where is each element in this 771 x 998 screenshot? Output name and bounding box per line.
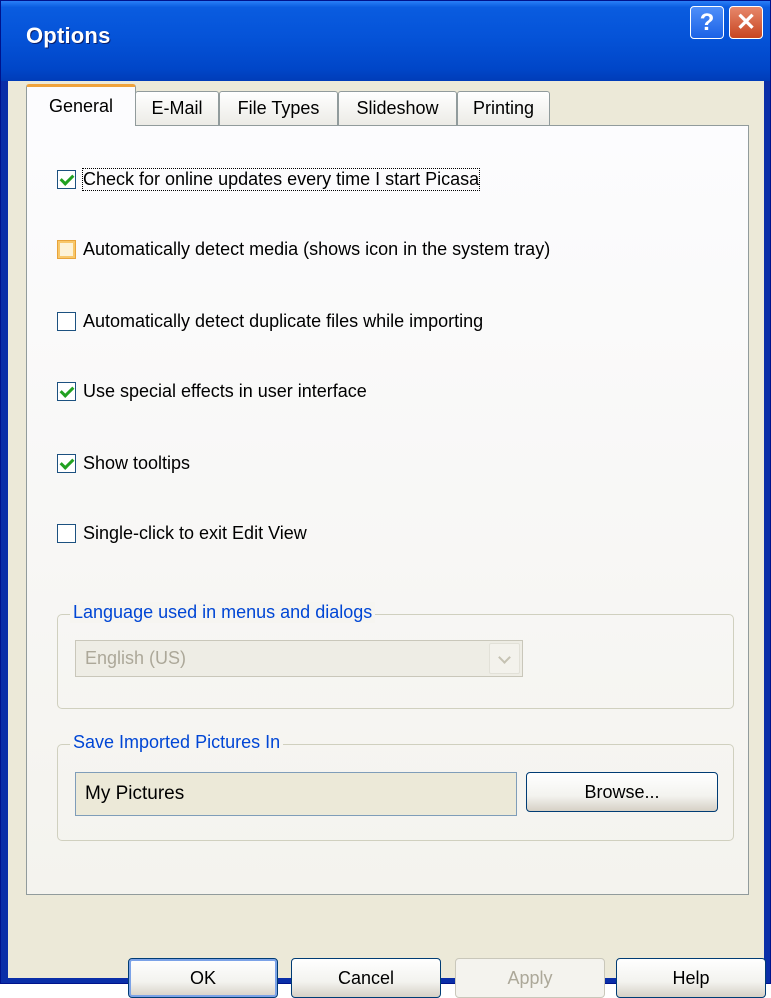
help-title-button[interactable]: ? xyxy=(690,6,724,39)
import-path-value: My Pictures xyxy=(85,783,185,804)
help-button[interactable]: Help xyxy=(616,958,766,998)
language-group: Language used in menus and dialogs Engli… xyxy=(57,602,734,709)
option-special-effects[interactable]: Use special effects in user interface xyxy=(57,378,367,404)
question-icon: ? xyxy=(699,8,715,36)
browse-label: Browse... xyxy=(584,781,660,802)
browse-button[interactable]: Browse... xyxy=(526,772,718,812)
option-show-tooltips[interactable]: Show tooltips xyxy=(57,450,190,476)
title-bar[interactable]: Options ? ✕ xyxy=(1,1,770,81)
option-label: Use special effects in user interface xyxy=(83,380,367,401)
checkbox[interactable] xyxy=(57,311,76,331)
language-select-value: English (US) xyxy=(85,648,187,668)
general-tab-panel: Check for online updates every time I st… xyxy=(26,125,749,895)
option-label: Show tooltips xyxy=(83,452,191,473)
tab-general[interactable]: General xyxy=(26,84,136,126)
import-location-group: Save Imported Pictures In My Pictures Br… xyxy=(57,732,734,841)
import-path-field[interactable]: My Pictures xyxy=(75,772,517,816)
ok-label: OK xyxy=(189,967,216,988)
help-label: Help xyxy=(672,967,710,988)
close-button[interactable]: ✕ xyxy=(729,6,763,39)
tab-label: Slideshow xyxy=(356,98,439,118)
option-label: Single-click to exit Edit View xyxy=(83,522,307,543)
chevron-down-icon[interactable] xyxy=(489,643,520,674)
checkbox[interactable] xyxy=(57,523,76,543)
dialog-body: General E-Mail File Types Slideshow Prin… xyxy=(8,81,766,998)
language-select[interactable]: English (US) xyxy=(75,640,523,677)
option-single-click-exit[interactable]: Single-click to exit Edit View xyxy=(57,520,307,546)
group-title: Language used in menus and dialogs xyxy=(70,602,376,623)
option-detect-duplicates[interactable]: Automatically detect duplicate files whi… xyxy=(57,308,483,334)
tab-label: Printing xyxy=(472,98,535,118)
checkbox[interactable] xyxy=(57,239,76,259)
ok-button[interactable]: OK xyxy=(128,958,278,998)
tab-file-types[interactable]: File Types xyxy=(219,91,338,125)
option-label: Automatically detect media (shows icon i… xyxy=(83,238,551,259)
checkbox[interactable] xyxy=(57,169,76,189)
tab-slideshow[interactable]: Slideshow xyxy=(338,91,457,125)
tab-label: E-Mail xyxy=(151,98,203,118)
cancel-button[interactable]: Cancel xyxy=(291,958,441,998)
option-label: Check for online updates every time I st… xyxy=(81,167,481,191)
apply-button[interactable]: Apply xyxy=(455,958,605,998)
checkbox[interactable] xyxy=(57,453,76,473)
apply-label: Apply xyxy=(507,967,553,988)
option-label: Automatically detect duplicate files whi… xyxy=(83,310,484,331)
tab-email[interactable]: E-Mail xyxy=(135,91,219,125)
option-check-updates[interactable]: Check for online updates every time I st… xyxy=(57,166,481,192)
window-title: Options xyxy=(26,23,111,48)
group-title: Save Imported Pictures In xyxy=(70,732,284,753)
tab-label: General xyxy=(48,96,114,116)
option-detect-media[interactable]: Automatically detect media (shows icon i… xyxy=(57,236,550,262)
options-dialog: Options ? ✕ General E-Mail File Types Sl… xyxy=(0,0,771,998)
cancel-label: Cancel xyxy=(337,967,395,988)
tab-printing[interactable]: Printing xyxy=(457,91,550,125)
close-icon: ✕ xyxy=(735,9,757,36)
tab-label: File Types xyxy=(237,98,320,118)
checkbox[interactable] xyxy=(57,381,76,401)
